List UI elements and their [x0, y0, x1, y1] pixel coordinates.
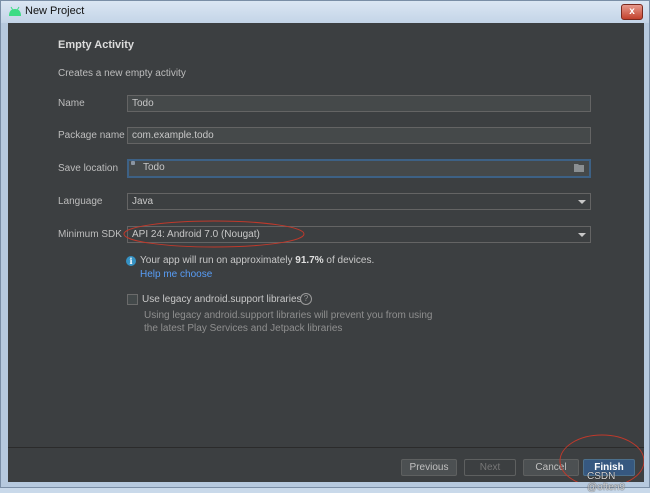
dialog-content: Empty Activity Creates a new empty activ…	[8, 23, 644, 482]
name-field[interactable]: Todo	[127, 95, 591, 112]
chevron-down-icon	[578, 200, 586, 204]
sdk-coverage-prefix: Your app will run on approximately	[140, 255, 296, 266]
cancel-button[interactable]: Cancel	[523, 459, 579, 476]
watermark-text: CSDN @often9	[587, 471, 625, 493]
name-label: Name	[58, 98, 85, 109]
minimum-sdk-dropdown[interactable]: API 24: Android 7.0 (Nougat)	[127, 226, 591, 243]
android-icon	[9, 6, 21, 16]
language-label: Language	[58, 196, 103, 207]
section-description: Creates a new empty activity	[58, 68, 186, 79]
question-icon[interactable]: ?	[300, 293, 312, 305]
language-value: Java	[132, 196, 154, 207]
legacy-support-label[interactable]: Use legacy android.support libraries	[142, 294, 302, 305]
folder-icon[interactable]	[574, 163, 584, 172]
save-location-value: Todo	[143, 162, 165, 173]
title-bar[interactable]: New Project x	[1, 1, 649, 23]
sdk-coverage-suffix: of devices.	[323, 255, 375, 266]
close-button[interactable]: x	[621, 4, 643, 20]
save-location-label: Save location	[58, 163, 119, 174]
package-name-field[interactable]: com.example.todo	[127, 127, 591, 144]
previous-button[interactable]: Previous	[401, 459, 457, 476]
help-me-choose-link[interactable]: Help me choose	[140, 269, 212, 280]
save-location-field[interactable]: Todo	[127, 159, 591, 178]
section-title: Empty Activity	[58, 39, 135, 51]
legacy-description-line-1: Using legacy android.support libraries w…	[144, 310, 433, 321]
text-cursor-marker	[131, 161, 135, 165]
sdk-coverage-text: Your app will run on approximately 91.7%…	[140, 255, 374, 266]
sdk-coverage-percent: 91.7%	[295, 255, 324, 266]
chevron-down-icon	[578, 233, 586, 237]
minimum-sdk-label: Minimum SDK	[58, 229, 122, 240]
close-icon: x	[629, 6, 635, 17]
next-button[interactable]: Next	[464, 459, 516, 476]
legacy-support-checkbox[interactable]	[127, 294, 138, 305]
new-project-window: New Project x Empty Activity Creates a n…	[0, 0, 650, 493]
legacy-support-description: Using legacy android.support libraries w…	[144, 309, 434, 335]
window-title: New Project	[25, 5, 85, 17]
package-name-value: com.example.todo	[132, 130, 214, 141]
minimum-sdk-value: API 24: Android 7.0 (Nougat)	[132, 229, 260, 240]
language-dropdown[interactable]: Java	[127, 193, 591, 210]
legacy-description-line-2: the latest Play Services and Jetpack lib…	[144, 323, 343, 334]
info-icon: i	[126, 256, 136, 266]
package-name-label: Package name	[58, 130, 125, 141]
name-value: Todo	[132, 98, 154, 109]
